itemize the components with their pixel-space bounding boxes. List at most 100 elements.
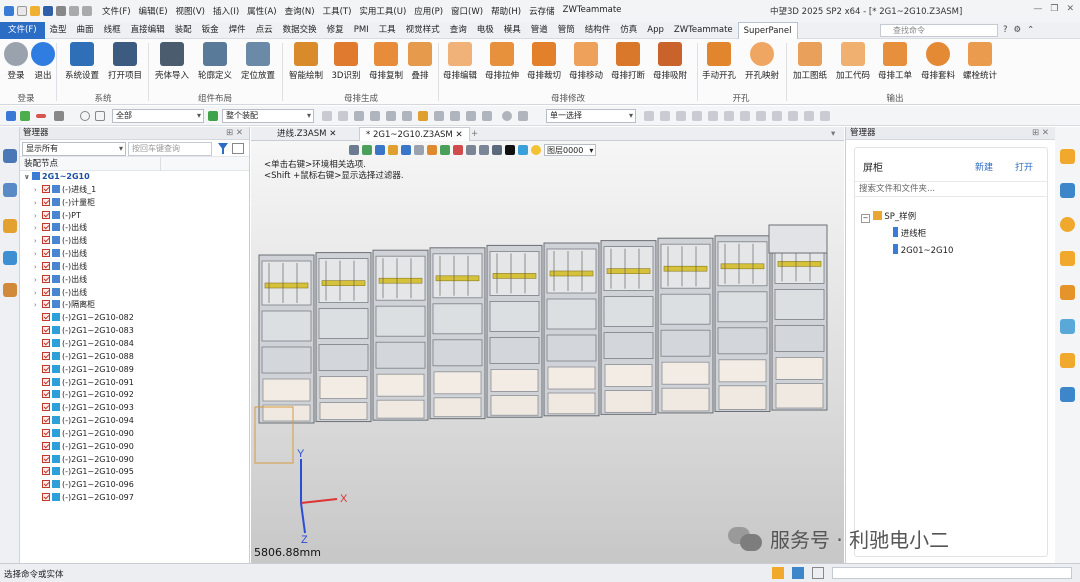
tab-teammate[interactable]: ZWTeammate — [669, 22, 738, 39]
stack-button[interactable]: 叠排 — [398, 42, 442, 81]
visibility-checkbox[interactable] — [42, 210, 50, 219]
tool-icon[interactable] — [434, 111, 444, 121]
circle-icon[interactable] — [80, 111, 90, 121]
tree-part-node[interactable]: (-)2G1~2G10-093 — [20, 402, 249, 415]
manual-hole-button[interactable]: 手动开孔 — [697, 42, 741, 81]
menu-apps[interactable]: 应用(P) — [410, 5, 447, 17]
restore-icon[interactable]: ❐ — [1050, 4, 1058, 14]
file-search-input[interactable]: 搜索文件和文件夹... — [855, 181, 1047, 197]
snap-tool-icon[interactable] — [756, 111, 766, 121]
menu-edit[interactable]: 编辑(E) — [135, 5, 172, 17]
tree-part-node[interactable]: (-)2G1~2G10-097 — [20, 492, 249, 505]
tab-electrode[interactable]: 电极 — [472, 22, 499, 39]
filter-icon[interactable] — [54, 111, 64, 121]
add-icon[interactable] — [20, 111, 30, 121]
visibility-checkbox[interactable] — [42, 416, 50, 425]
command-search-input[interactable]: 查找命令 — [880, 24, 998, 37]
busbar-cut-button[interactable]: 母排裁切 — [522, 42, 566, 81]
history-folder-icon[interactable] — [1060, 285, 1075, 300]
tab-data-exchange[interactable]: 数据交换 — [278, 22, 322, 39]
snap-tool-icon[interactable] — [724, 111, 734, 121]
contour-define-button[interactable]: 轮廓定义 — [193, 42, 237, 81]
app-logo-icon[interactable] — [4, 6, 14, 16]
select-mode-select[interactable]: 单一选择 — [546, 109, 636, 123]
settings-icon[interactable]: ⚙ — [1014, 25, 1022, 35]
tab-pmi[interactable]: PMI — [349, 22, 374, 39]
switchgear-model[interactable]: X Y Z — [251, 141, 844, 563]
visibility-checkbox[interactable] — [42, 236, 50, 245]
busbar-edit-button[interactable]: 母排编辑 — [438, 42, 482, 81]
visibility-checkbox[interactable] — [42, 428, 50, 437]
options-icon[interactable] — [232, 143, 244, 154]
tool-icon[interactable] — [338, 111, 348, 121]
tree-assembly-node[interactable]: › (-)出线 — [20, 261, 249, 274]
close-icon[interactable]: ✕ — [455, 130, 462, 140]
tree-part-node[interactable]: (-)2G1~2G10-083 — [20, 325, 249, 338]
visibility-checkbox[interactable] — [42, 441, 50, 450]
snap-tool-icon[interactable] — [660, 111, 670, 121]
tool-icon[interactable] — [418, 111, 428, 121]
help-icon[interactable]: ? — [1003, 25, 1008, 35]
tab-structural[interactable]: 结构件 — [580, 22, 616, 39]
menu-teammate[interactable]: ZWTeammate — [559, 5, 626, 17]
bolt-stats-button[interactable]: 螺栓统计 — [958, 42, 1002, 81]
tab-query[interactable]: 查询 — [445, 22, 472, 39]
tab-repair[interactable]: 修复 — [322, 22, 349, 39]
user-panel-icon[interactable] — [3, 283, 17, 297]
status-tool-icon[interactable] — [812, 567, 824, 579]
undo-icon[interactable] — [69, 6, 79, 16]
tab-pointcloud[interactable]: 点云 — [251, 22, 278, 39]
busbar-nesting-button[interactable]: 母排套料 — [916, 42, 960, 81]
material-icon[interactable] — [1060, 387, 1075, 402]
close-icon[interactable]: ✕ — [1066, 4, 1074, 14]
tool-icon[interactable] — [466, 111, 476, 121]
snap-tool-icon[interactable] — [820, 111, 830, 121]
machining-drawing-button[interactable]: 加工图纸 — [788, 42, 832, 81]
assembly-scope-select[interactable]: 整个装配 — [222, 109, 314, 123]
collapse-icon[interactable]: − — [861, 214, 870, 223]
chevron-right-icon[interactable]: › — [34, 210, 42, 223]
visibility-checkbox[interactable] — [42, 197, 50, 206]
visibility-checkbox[interactable] — [42, 274, 50, 283]
tree-assembly-node[interactable]: › (-)出线 — [20, 287, 249, 300]
view-icon[interactable] — [3, 251, 17, 265]
snap-tool-icon[interactable] — [740, 111, 750, 121]
menu-view[interactable]: 视图(V) — [172, 5, 209, 17]
tool-icon[interactable] — [354, 111, 364, 121]
tree-assembly-node[interactable]: › (-)进线_1 — [20, 184, 249, 197]
visibility-checkbox[interactable] — [42, 454, 50, 463]
tree-assembly-node[interactable]: › (-)计量柜 — [20, 197, 249, 210]
position-place-button[interactable]: 定位放置 — [236, 42, 280, 81]
status-tool-icon[interactable] — [792, 567, 804, 579]
tab-mold[interactable]: 模具 — [499, 22, 526, 39]
menu-help[interactable]: 帮助(H) — [487, 5, 525, 17]
snap-tool-icon[interactable] — [676, 111, 686, 121]
tree-assembly-node[interactable]: › (-)出线 — [20, 274, 249, 287]
snap-tool-icon[interactable] — [692, 111, 702, 121]
visibility-checkbox[interactable] — [42, 467, 50, 476]
minimize-icon[interactable]: — — [1033, 4, 1042, 14]
library-icon[interactable] — [1060, 183, 1075, 198]
tab-surface[interactable]: 曲面 — [72, 22, 99, 39]
visibility-checkbox[interactable] — [42, 326, 50, 335]
menu-utilities[interactable]: 实用工具(U) — [355, 5, 410, 17]
smart-draw-button[interactable]: 智能绘制 — [284, 42, 328, 81]
save-icon[interactable] — [43, 6, 53, 16]
tree-assembly-node[interactable]: › (-)隔离柜 — [20, 299, 249, 312]
tree-root-row[interactable]: − SP_样例 — [861, 210, 916, 223]
close-icon[interactable]: ✕ — [329, 129, 336, 139]
shell-import-button[interactable]: 壳体导入 — [150, 42, 194, 81]
assembly-icon[interactable] — [208, 111, 218, 121]
display-filter-select[interactable]: 显示所有 — [22, 142, 126, 156]
tab-direct-edit[interactable]: 直接编辑 — [126, 22, 170, 39]
tree-root-node[interactable]: ∨ 2G1~2G10 — [20, 171, 249, 184]
tree-part-node[interactable]: (-)2G1~2G10-090 — [20, 428, 249, 441]
visibility-checkbox[interactable] — [42, 480, 50, 489]
filter-icon[interactable] — [218, 143, 228, 154]
tree-part-node[interactable]: (-)2G1~2G10-089 — [20, 364, 249, 377]
pin-icon[interactable]: ⊞ ✕ — [1032, 127, 1049, 140]
tree-part-node[interactable]: (-)2G1~2G10-091 — [20, 377, 249, 390]
tool-icon[interactable] — [370, 111, 380, 121]
tool-icon[interactable] — [502, 111, 512, 121]
selection-filter-select[interactable]: 全部 — [112, 109, 204, 123]
